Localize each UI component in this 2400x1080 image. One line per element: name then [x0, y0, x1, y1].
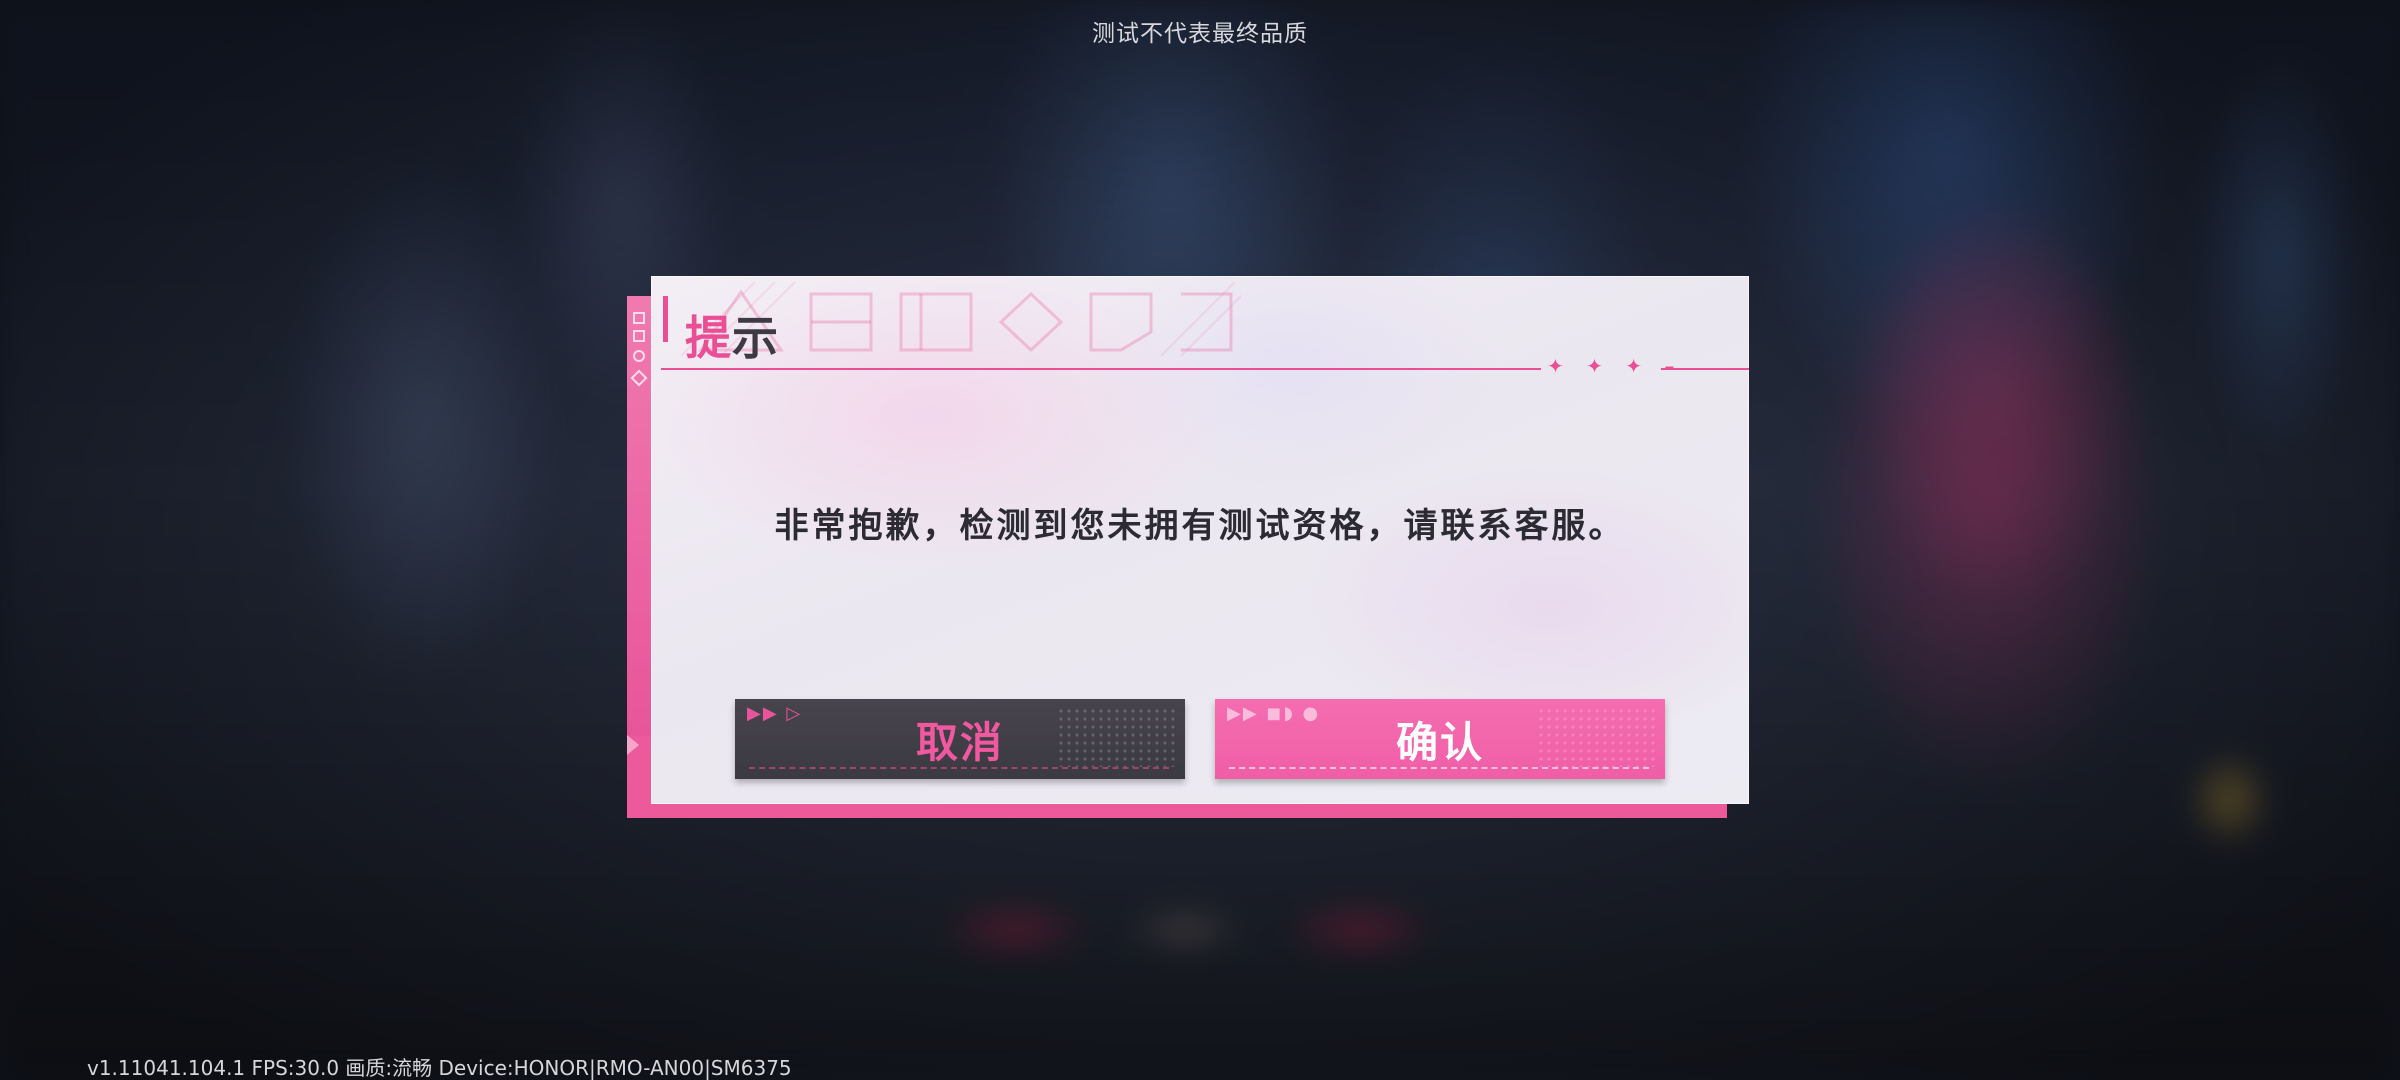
notice-dialog: 提示 ✦ ✦ ✦ – 非常抱歉，检测到您未拥有测试资格，请联系客服。 ▶▶ ▷ … — [651, 276, 1749, 804]
cancel-button[interactable]: ▶▶ ▷ 取消 — [735, 699, 1185, 779]
confirm-button-label: 确认 — [1395, 717, 1484, 767]
dialog-side-strip — [627, 296, 651, 736]
title-ornament: ✦ ✦ ✦ – — [1547, 354, 1683, 378]
side-mark-square-icon — [633, 312, 645, 324]
confirm-button[interactable]: ▶▶ ◼◗ ● 确认 — [1215, 699, 1665, 779]
dialog-title-accent: 提 — [685, 311, 732, 365]
side-mark-square-icon — [633, 330, 645, 342]
side-notch-arrow-icon — [627, 735, 639, 755]
title-divider — [661, 368, 1541, 370]
dialog-title-rest: 示 — [732, 311, 779, 365]
dialog-title: 提示 — [685, 302, 779, 368]
side-mark-circle-icon — [633, 350, 645, 362]
title-divider-right — [1661, 368, 1749, 370]
dialog-message: 非常抱歉，检测到您未拥有测试资格，请联系客服。 — [774, 506, 1626, 546]
game-screen: 测试不代表最终品质 提示 ✦ ✦ ✦ – 非常抱歉，检测到您未拥有测试资格，请联… — [0, 0, 2400, 1080]
test-quality-notice: 测试不代表最终品质 — [1092, 21, 1308, 47]
debug-info-text: v1.11041.104.1 FPS:30.0 画质:流畅 Device:HON… — [87, 1056, 792, 1080]
cancel-button-label: 取消 — [915, 717, 1004, 767]
title-accent-bar — [663, 296, 668, 342]
